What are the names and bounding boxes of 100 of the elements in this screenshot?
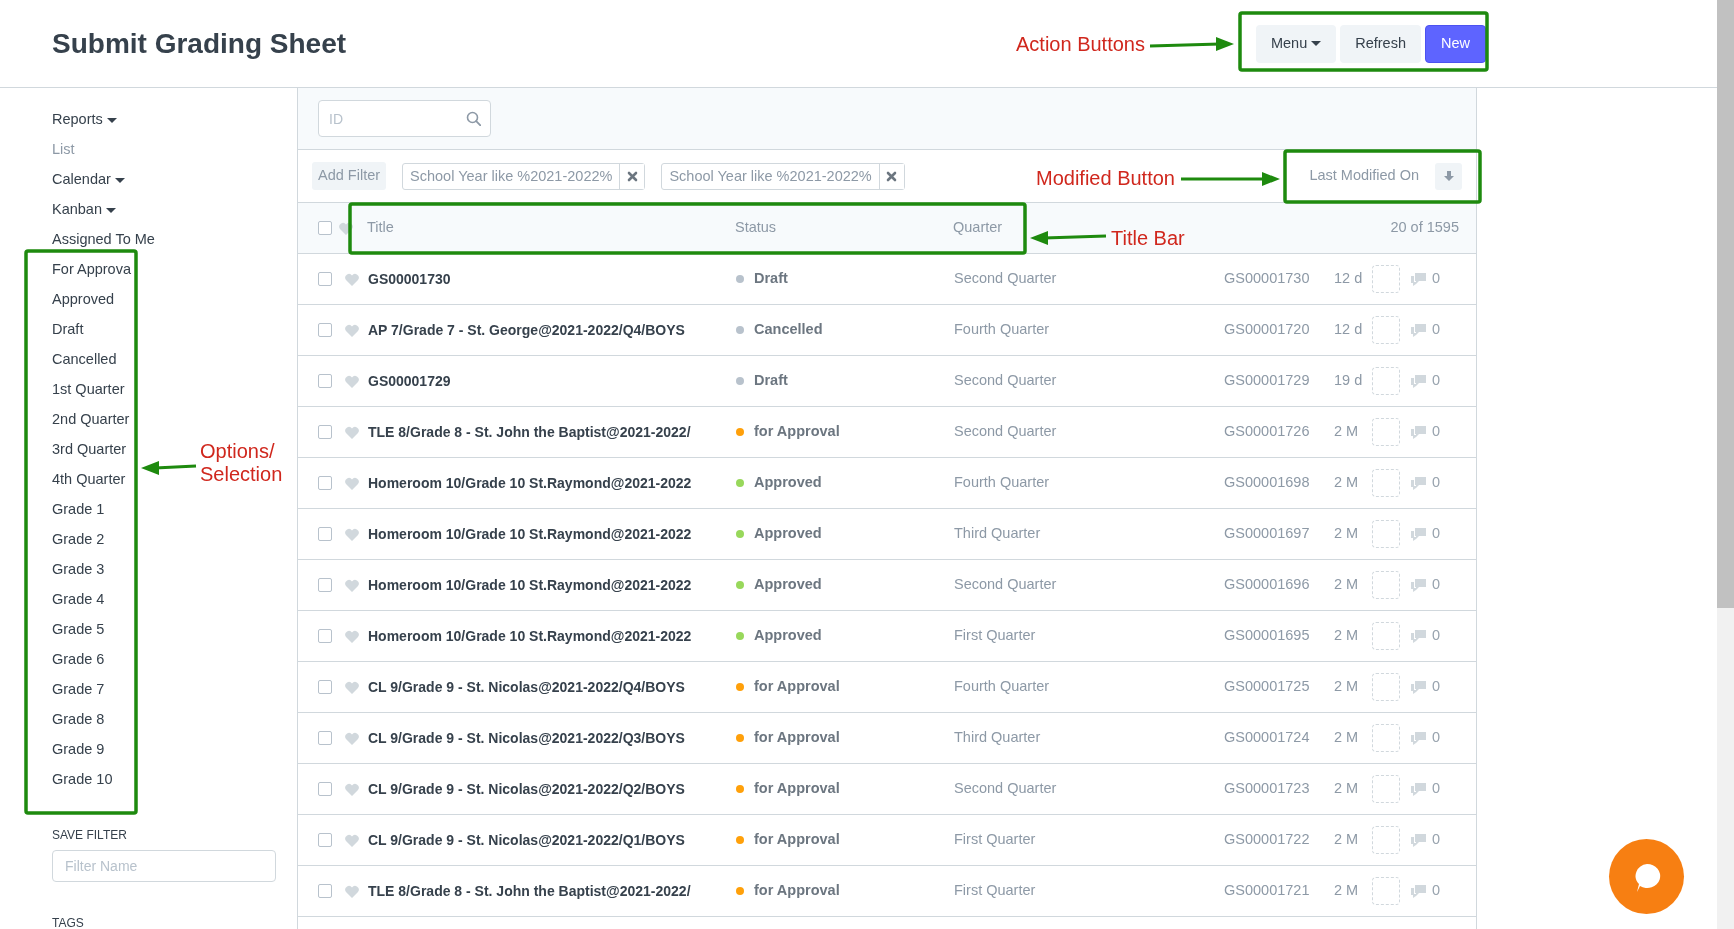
heart-icon xyxy=(344,679,360,695)
record-title[interactable]: CL 9/Grade 9 - St. Nicolas@2021-2022/Q3/BOYS xyxy=(368,727,736,749)
record-title[interactable]: Homeroom 10/Grade 10 St.Raymond@2021-2022 xyxy=(368,472,736,494)
quarter-cell-text: First Quarter xyxy=(954,626,1037,646)
sidebar-item[interactable]: Grade 5 xyxy=(52,614,105,644)
assignee-placeholder[interactable] xyxy=(1372,775,1400,803)
row-checkbox[interactable] xyxy=(318,425,332,439)
assignee-placeholder[interactable] xyxy=(1372,622,1400,650)
comment-icon xyxy=(1410,475,1427,491)
record-count: 20 of 1595 xyxy=(1390,218,1459,238)
caret-icon xyxy=(114,177,125,183)
quarter-cell-text: First Quarter xyxy=(954,881,1037,901)
row-checkbox[interactable] xyxy=(318,527,332,541)
record-title[interactable]: CL 9/Grade 9 - St. Nicolas@2021-2022/Q2/BOYS xyxy=(368,778,736,800)
scrollbar[interactable] xyxy=(1717,0,1734,929)
sidebar-item[interactable]: Calendar xyxy=(52,164,125,194)
id-search-field[interactable]: ID xyxy=(318,100,491,137)
filter-name-field[interactable]: Filter Name xyxy=(52,850,276,882)
assignee-placeholder[interactable] xyxy=(1372,316,1400,344)
record-id: GS00001696 xyxy=(1224,575,1311,595)
assignee-placeholder[interactable] xyxy=(1372,673,1400,701)
modified-time: 2 M xyxy=(1334,881,1360,901)
quarter-cell-text: First Quarter xyxy=(954,830,1037,850)
record-title[interactable]: TLE 8/Grade 8 - St. John the Baptist@2021-2022/ xyxy=(368,880,736,902)
row-checkbox[interactable] xyxy=(318,476,332,490)
sidebar-item[interactable]: Grade 9 xyxy=(52,734,105,764)
row-checkbox[interactable] xyxy=(318,323,332,337)
heart-icon xyxy=(344,271,360,287)
sidebar-item[interactable]: Assigned To Me xyxy=(52,224,155,254)
heart-icon xyxy=(344,373,360,389)
sidebar-item[interactable]: 1st Quarter xyxy=(52,374,125,404)
sidebar-item[interactable]: 4th Quarter xyxy=(52,464,126,494)
row-checkbox[interactable] xyxy=(318,884,332,898)
sidebar-item[interactable]: For Approva xyxy=(52,254,131,284)
column-header: Status xyxy=(735,218,778,238)
heart-icon xyxy=(344,526,360,542)
sidebar-item[interactable]: 2nd Quarter xyxy=(52,404,130,434)
assignee-placeholder[interactable] xyxy=(1372,367,1400,395)
record-title[interactable]: GS00001730 xyxy=(368,268,736,290)
row-checkbox[interactable] xyxy=(318,578,332,592)
row-checkbox[interactable] xyxy=(318,272,332,286)
sidebar-item[interactable]: Kanban xyxy=(52,194,116,224)
assignee-placeholder[interactable] xyxy=(1372,265,1400,293)
status-label: Draft xyxy=(754,269,788,289)
sidebar-item[interactable]: Reports xyxy=(52,104,117,134)
record-id: GS00001726 xyxy=(1224,422,1311,442)
sidebar-item[interactable]: Grade 7 xyxy=(52,674,105,704)
menu-button[interactable]: Menu xyxy=(1255,24,1337,63)
column-header: Title xyxy=(367,218,395,238)
assignee-placeholder[interactable] xyxy=(1372,571,1400,599)
sidebar-item[interactable]: Grade 8 xyxy=(52,704,105,734)
sidebar-item[interactable]: Grade 4 xyxy=(52,584,105,614)
sort-order-button[interactable] xyxy=(1435,162,1462,190)
record-title[interactable]: GS00001729 xyxy=(368,370,736,392)
sidebar-item[interactable]: Approved xyxy=(52,284,115,314)
assignee-placeholder[interactable] xyxy=(1372,469,1400,497)
row-checkbox[interactable] xyxy=(318,629,332,643)
status-label: for Approval xyxy=(754,422,840,442)
record-id: GS00001725 xyxy=(1224,677,1311,697)
annotation-label: Modified Button xyxy=(1036,167,1175,189)
sidebar-item[interactable]: Grade 10 xyxy=(52,764,113,794)
modified-time: 2 M xyxy=(1334,626,1360,646)
row-checkbox[interactable] xyxy=(318,833,332,847)
scrollbar-thumb[interactable] xyxy=(1717,0,1734,608)
assignee-placeholder[interactable] xyxy=(1372,877,1400,905)
record-id: GS00001730 xyxy=(1224,269,1311,289)
comment-icon xyxy=(1410,271,1427,287)
assignee-placeholder[interactable] xyxy=(1372,520,1400,548)
comment-icon xyxy=(1410,679,1427,695)
record-title[interactable]: CL 9/Grade 9 - St. Nicolas@2021-2022/Q1/BOYS xyxy=(368,829,736,851)
row-checkbox[interactable] xyxy=(318,782,332,796)
row-checkbox[interactable] xyxy=(318,374,332,388)
record-title[interactable]: Homeroom 10/Grade 10 St.Raymond@2021-2022 xyxy=(368,523,736,545)
sidebar-item[interactable]: Grade 1 xyxy=(52,494,105,524)
remove-filter-button[interactable] xyxy=(878,163,904,189)
assignee-placeholder[interactable] xyxy=(1372,826,1400,854)
record-title[interactable]: CL 9/Grade 9 - St. Nicolas@2021-2022/Q4/BOYS xyxy=(368,676,736,698)
sidebar-item[interactable]: Grade 2 xyxy=(52,524,105,554)
comment-count: 0 xyxy=(1432,830,1441,850)
remove-filter-button[interactable] xyxy=(619,163,645,189)
row-checkbox[interactable] xyxy=(318,680,332,694)
row-checkbox[interactable] xyxy=(318,731,332,745)
sidebar-item[interactable]: 3rd Quarter xyxy=(52,434,127,464)
assignee-placeholder[interactable] xyxy=(1372,724,1400,752)
annotation-label: Selection xyxy=(200,463,283,485)
sidebar-item[interactable]: Draft xyxy=(52,314,84,344)
sidebar-item[interactable]: Grade 3 xyxy=(52,554,105,584)
record-title[interactable]: Homeroom 10/Grade 10 St.Raymond@2021-2022 xyxy=(368,625,736,647)
record-title[interactable]: Homeroom 10/Grade 10 St.Raymond@2021-2022 xyxy=(368,574,736,596)
heart-icon xyxy=(344,730,360,746)
record-id: GS00001724 xyxy=(1224,728,1311,748)
sidebar-item[interactable]: Cancelled xyxy=(52,344,117,374)
sidebar-item[interactable]: Grade 6 xyxy=(52,644,105,674)
record-title[interactable]: AP 7/Grade 7 - St. George@2021-2022/Q4/BOYS xyxy=(368,319,736,341)
select-all-checkbox[interactable] xyxy=(318,221,332,235)
new-button[interactable]: New xyxy=(1425,24,1486,63)
refresh-button[interactable]: Refresh xyxy=(1340,24,1421,63)
caret-icon xyxy=(1311,41,1322,47)
record-title[interactable]: TLE 8/Grade 8 - St. John the Baptist@2021-2022/ xyxy=(368,421,736,443)
assignee-placeholder[interactable] xyxy=(1372,418,1400,446)
